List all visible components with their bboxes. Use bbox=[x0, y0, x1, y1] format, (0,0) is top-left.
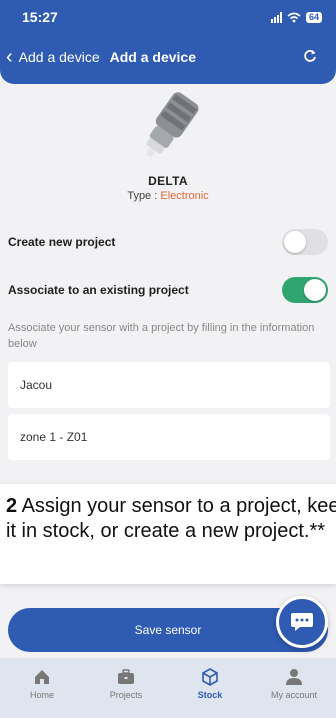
tab-stock[interactable]: Stock bbox=[168, 658, 252, 718]
signal-icon bbox=[270, 11, 282, 23]
chat-button[interactable] bbox=[276, 596, 328, 648]
nav-row: ‹ Add a device Add a device bbox=[0, 46, 336, 68]
page-title: Add a device bbox=[109, 49, 196, 65]
briefcase-icon bbox=[118, 669, 134, 684]
tutorial-caption: 2 Assign your sensor to a project, keep … bbox=[0, 484, 336, 584]
tab-label: Stock bbox=[197, 690, 223, 700]
app-header: 15:27 64 ‹ Add a device Add a device bbox=[0, 0, 336, 84]
toggle-knob bbox=[284, 231, 306, 253]
back-chevron-icon[interactable]: ‹ bbox=[0, 46, 13, 68]
chat-bubble-icon bbox=[291, 613, 313, 631]
tab-home[interactable]: Home bbox=[0, 658, 84, 718]
status-bar: 15:27 64 bbox=[14, 8, 322, 26]
sensor-image bbox=[146, 92, 199, 157]
device-type-prefix: Type : bbox=[127, 190, 161, 202]
tab-label: Home bbox=[29, 690, 54, 700]
caption-step-number: 2 bbox=[6, 495, 18, 517]
status-icons: 64 bbox=[270, 11, 322, 23]
battery-icon: 64 bbox=[305, 11, 322, 23]
home-icon bbox=[35, 670, 49, 684]
status-time: 15:27 bbox=[22, 9, 58, 25]
device-type-value: Electronic bbox=[160, 190, 209, 202]
associate-project-label: Associate to an existing project bbox=[8, 283, 189, 297]
back-button[interactable]: Add a device bbox=[19, 49, 100, 65]
tab-label: My account bbox=[270, 690, 318, 700]
tab-my-account[interactable]: My account bbox=[252, 658, 336, 718]
zone-field[interactable]: zone 1 - Z01 bbox=[8, 414, 330, 460]
toggle-knob bbox=[304, 279, 326, 301]
tab-projects[interactable]: Projects bbox=[84, 658, 168, 718]
associate-project-row: Associate to an existing project bbox=[8, 276, 328, 304]
tab-label: Projects bbox=[109, 690, 143, 700]
create-project-toggle[interactable] bbox=[282, 229, 328, 255]
device-summary: DELTA Type : Electronic bbox=[0, 88, 336, 202]
create-project-label: Create new project bbox=[8, 235, 116, 249]
device-type: Type : Electronic bbox=[0, 190, 336, 202]
person-icon bbox=[286, 669, 302, 685]
device-name: DELTA bbox=[148, 174, 188, 188]
bottom-tab-bar: Home Projects Stock My account bbox=[0, 658, 336, 718]
refresh-icon[interactable] bbox=[302, 48, 318, 64]
associate-project-toggle[interactable] bbox=[282, 277, 328, 303]
project-field[interactable]: Jacou bbox=[8, 362, 330, 408]
caption-body: Assign your sensor to a project, keep it… bbox=[6, 495, 336, 542]
box-icon bbox=[202, 668, 218, 686]
create-project-row: Create new project bbox=[8, 228, 328, 256]
association-hint: Associate your sensor with a project by … bbox=[8, 322, 315, 350]
caption-text: 2 Assign your sensor to a project, keep … bbox=[6, 494, 336, 544]
wifi-icon bbox=[287, 12, 301, 22]
